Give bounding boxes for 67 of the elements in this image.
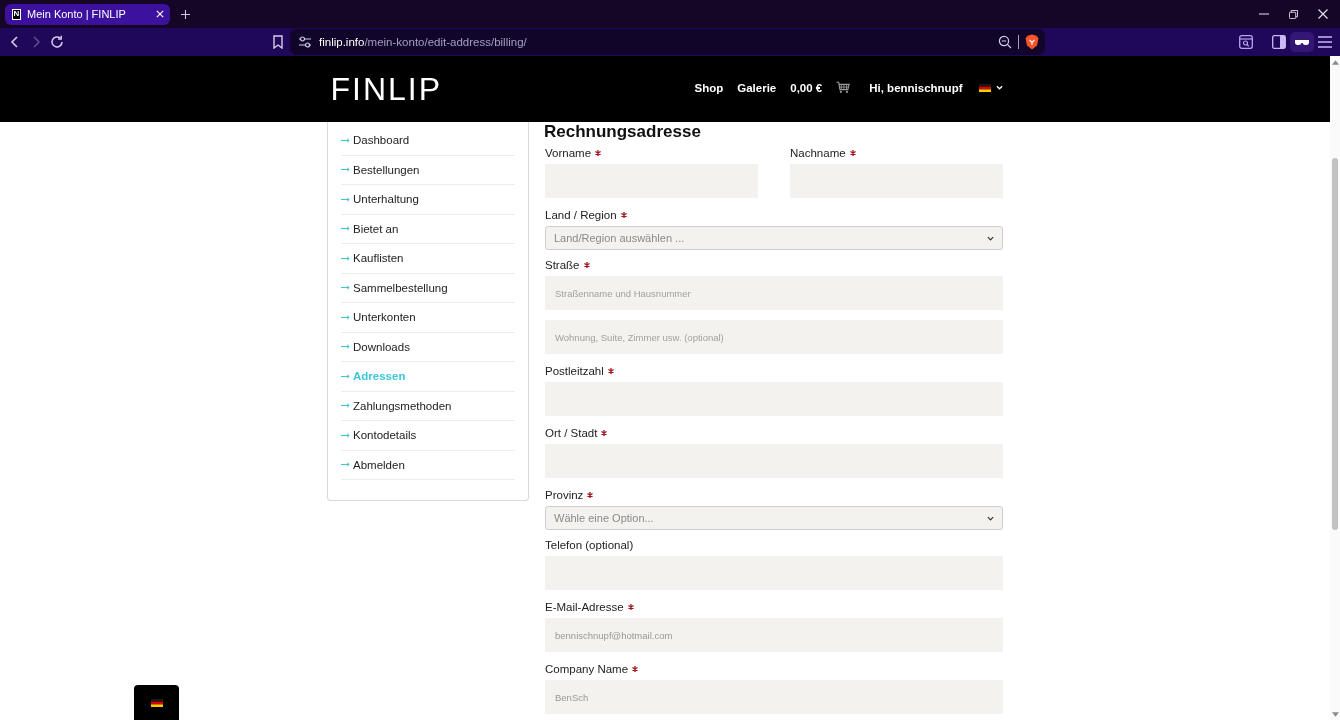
cart-total-link[interactable]: 0,00 €	[790, 81, 823, 94]
form-heading: Rechnungsadresse	[544, 122, 702, 142]
field-label: Land / Region	[545, 209, 617, 221]
menu-link[interactable]: Zahlungsmethoden	[341, 399, 452, 412]
close-icon[interactable]	[1318, 9, 1328, 19]
address-field[interactable]: finlip.info/mein-konto/edit-address/billing/	[290, 29, 1045, 55]
arrow-icon	[341, 403, 350, 409]
browser-tab[interactable]: N Mein Konto | FINLIP	[5, 3, 170, 25]
restore-icon[interactable]	[1289, 9, 1298, 19]
plus-icon[interactable]	[181, 9, 190, 19]
menu-link[interactable]: Kauflisten	[341, 252, 404, 265]
menu-link[interactable]: Bestellungen	[341, 163, 420, 176]
menu-icon[interactable]	[1318, 36, 1332, 48]
input-field[interactable]: Straßenname und Hausnummer	[545, 276, 1003, 310]
flag-icon	[150, 698, 163, 707]
menu-link[interactable]: Downloads	[341, 340, 410, 353]
flag-icon	[978, 83, 991, 92]
glasses-icon[interactable]	[1290, 32, 1314, 52]
zoom-out-icon[interactable]	[998, 35, 1012, 49]
field-label: Straße	[545, 259, 580, 271]
arrow-icon	[341, 462, 350, 468]
input-field[interactable]: Wohnung, Suite, Zimmer usw. (optional)	[545, 320, 1003, 354]
account-link[interactable]: Hi, bennischnupf	[869, 81, 963, 94]
arrow-icon	[341, 285, 350, 291]
tune-icon[interactable]	[298, 35, 312, 49]
arrow-icon	[341, 314, 350, 320]
logo[interactable]: FINLIP	[330, 73, 443, 105]
menu-link[interactable]: Sammelbestellung	[341, 281, 448, 294]
nav-link[interactable]: Shop	[694, 81, 724, 94]
cart-icon[interactable]	[836, 81, 851, 94]
arrow-icon	[341, 196, 350, 202]
language-dropdown[interactable]	[978, 83, 1003, 92]
field-label: Vorname	[545, 147, 592, 159]
field-label: Postleitzahl	[545, 365, 604, 377]
field-label: E-Mail-Adresse	[545, 601, 624, 613]
reload-icon[interactable]	[50, 35, 64, 49]
arrow-icon	[341, 137, 350, 143]
menu-link[interactable]: Unterhaltung	[341, 193, 419, 206]
shield-icon[interactable]	[1025, 34, 1039, 50]
field-label: Ort / Stadt	[545, 427, 598, 439]
field-label: Company Name	[545, 663, 629, 675]
sidebar-icon[interactable]	[1272, 35, 1286, 49]
scroll-down-icon[interactable]	[1331, 712, 1339, 717]
menu-link[interactable]: Abmelden	[341, 458, 405, 471]
field-label: Telefon (optional)	[545, 539, 634, 551]
menu-link[interactable]: Kontodetails	[341, 429, 417, 442]
scrollbar-thumb[interactable]	[1332, 158, 1338, 530]
arrow-icon	[341, 255, 350, 261]
field-label: Provinz	[545, 489, 584, 501]
arrow-icon	[341, 226, 350, 232]
chevron-icon	[987, 515, 994, 521]
bookmark-icon[interactable]	[271, 35, 284, 49]
caret-icon	[995, 85, 1003, 90]
nav-link[interactable]: Galerie	[737, 81, 777, 94]
chevron-icon	[987, 235, 994, 241]
page-search-icon[interactable]	[1239, 35, 1253, 49]
arrow-icon	[341, 167, 350, 173]
arrow-icon	[341, 373, 350, 379]
language-button[interactable]	[134, 685, 179, 720]
field-label: Nachname	[790, 147, 846, 159]
menu-link[interactable]: Dashboard	[341, 134, 410, 147]
site-favicon: N	[12, 8, 21, 20]
arrow-icon	[341, 432, 350, 438]
arrow-icon	[341, 344, 350, 350]
menu-link[interactable]: Unterkonten	[341, 311, 416, 324]
menu-link[interactable]: Bietet an	[341, 222, 399, 235]
scroll-up-icon[interactable]	[1331, 60, 1339, 65]
